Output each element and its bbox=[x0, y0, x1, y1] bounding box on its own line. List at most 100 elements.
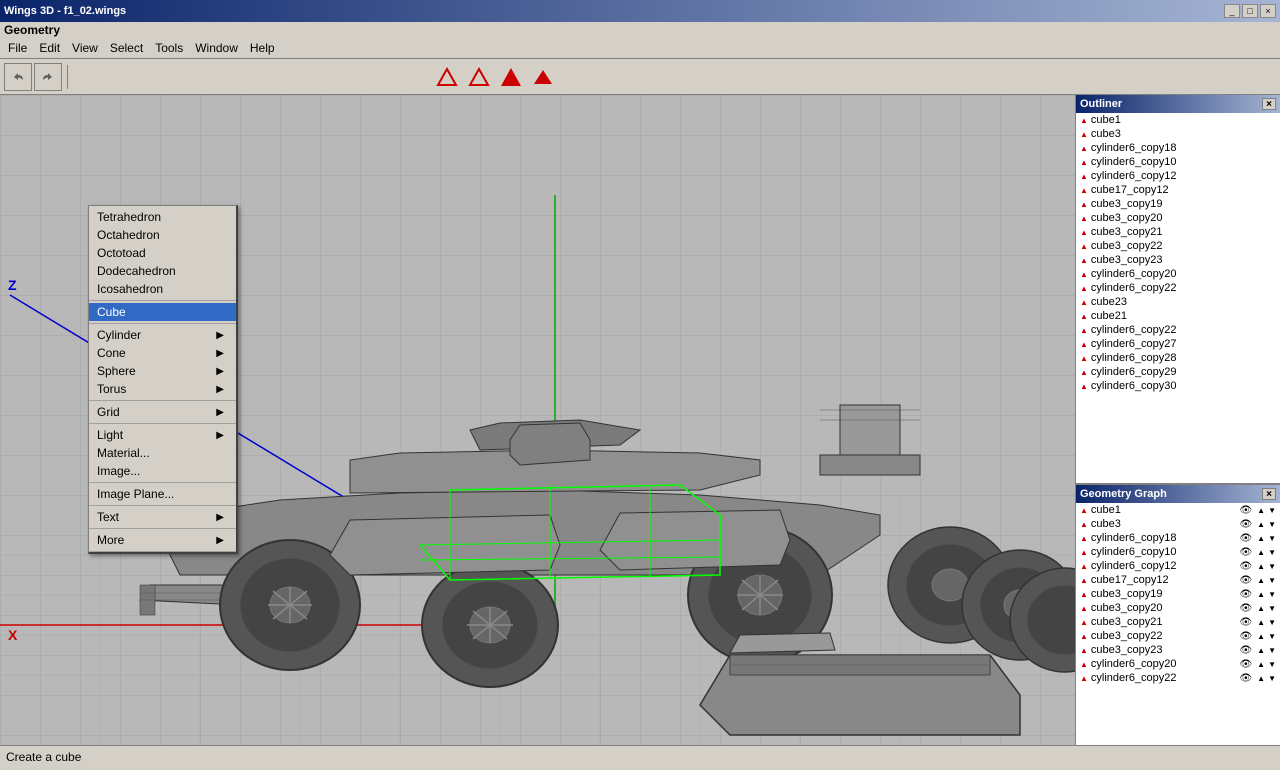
up-arrow-icon[interactable]: ▲ bbox=[1257, 604, 1265, 613]
ctx-light[interactable]: Light▶ bbox=[89, 426, 236, 444]
down-arrow-icon[interactable]: ▼ bbox=[1268, 576, 1276, 585]
eye-icon[interactable]: 👁 bbox=[1239, 519, 1252, 530]
ctx-more[interactable]: More▶ bbox=[89, 531, 236, 549]
down-arrow-icon[interactable]: ▼ bbox=[1268, 506, 1276, 515]
up-arrow-icon[interactable]: ▲ bbox=[1257, 632, 1265, 641]
down-arrow-icon[interactable]: ▼ bbox=[1268, 660, 1276, 669]
geometry-graph-list-item[interactable]: ▲ cylinder6_copy18 👁 ▲ ▼ bbox=[1076, 531, 1280, 545]
ctx-cube[interactable]: Cube bbox=[89, 303, 236, 321]
minimize-button[interactable]: _ bbox=[1224, 4, 1240, 18]
triangle-filled-large[interactable] bbox=[497, 63, 525, 91]
redo-button[interactable] bbox=[34, 63, 62, 91]
eye-icon[interactable]: 👁 bbox=[1239, 673, 1252, 684]
ctx-dodecahedron[interactable]: Dodecahedron bbox=[89, 262, 236, 280]
outliner-list-item[interactable]: ▲ cube1 bbox=[1076, 113, 1280, 127]
outliner-list-item[interactable]: ▲ cylinder6_copy22 bbox=[1076, 281, 1280, 295]
geometry-graph-list-item[interactable]: ▲ cube3_copy19 👁 ▲ ▼ bbox=[1076, 587, 1280, 601]
outliner-list-item[interactable]: ▲ cube21 bbox=[1076, 309, 1280, 323]
outliner-list-item[interactable]: ▲ cube3_copy19 bbox=[1076, 197, 1280, 211]
outliner-list-item[interactable]: ▲ cylinder6_copy10 bbox=[1076, 155, 1280, 169]
eye-icon[interactable]: 👁 bbox=[1239, 631, 1252, 642]
down-arrow-icon[interactable]: ▼ bbox=[1268, 674, 1276, 683]
ctx-grid[interactable]: Grid▶ bbox=[89, 403, 236, 421]
outliner-list-item[interactable]: ▲ cylinder6_copy27 bbox=[1076, 337, 1280, 351]
eye-icon[interactable]: 👁 bbox=[1239, 575, 1252, 586]
up-arrow-icon[interactable]: ▲ bbox=[1257, 618, 1265, 627]
geometry-graph-list-item[interactable]: ▲ cube3_copy22 👁 ▲ ▼ bbox=[1076, 629, 1280, 643]
down-arrow-icon[interactable]: ▼ bbox=[1268, 534, 1276, 543]
menu-help[interactable]: Help bbox=[244, 40, 281, 56]
ctx-cylinder[interactable]: Cylinder▶ bbox=[89, 326, 236, 344]
up-arrow-icon[interactable]: ▲ bbox=[1257, 590, 1265, 599]
eye-icon[interactable]: 👁 bbox=[1239, 533, 1252, 544]
triangle-outline-right[interactable] bbox=[465, 63, 493, 91]
geometry-graph-list-item[interactable]: ▲ cube3_copy20 👁 ▲ ▼ bbox=[1076, 601, 1280, 615]
down-arrow-icon[interactable]: ▼ bbox=[1268, 646, 1276, 655]
geometry-graph-list-item[interactable]: ▲ cube1 👁 ▲ ▼ bbox=[1076, 503, 1280, 517]
outliner-list-item[interactable]: ▲ cube3_copy22 bbox=[1076, 239, 1280, 253]
ctx-tetrahedron[interactable]: Tetrahedron bbox=[89, 208, 236, 226]
down-arrow-icon[interactable]: ▼ bbox=[1268, 548, 1276, 557]
eye-icon[interactable]: 👁 bbox=[1239, 617, 1252, 628]
menu-select[interactable]: Select bbox=[104, 40, 149, 56]
outliner-list-item[interactable]: ▲ cube3_copy21 bbox=[1076, 225, 1280, 239]
geometry-graph-list-item[interactable]: ▲ cylinder6_copy12 👁 ▲ ▼ bbox=[1076, 559, 1280, 573]
triangle-filled-small[interactable] bbox=[529, 63, 557, 91]
geometry-graph-list-item[interactable]: ▲ cylinder6_copy20 👁 ▲ ▼ bbox=[1076, 657, 1280, 671]
outliner-list-item[interactable]: ▲ cylinder6_copy28 bbox=[1076, 351, 1280, 365]
outliner-list-item[interactable]: ▲ cube3_copy20 bbox=[1076, 211, 1280, 225]
ctx-octahedron[interactable]: Octahedron bbox=[89, 226, 236, 244]
geometry-graph-list[interactable]: ▲ cube1 👁 ▲ ▼ ▲ cube3 👁 ▲ ▼ ▲ cylinder6_… bbox=[1076, 503, 1280, 745]
outliner-list-item[interactable]: ▲ cube23 bbox=[1076, 295, 1280, 309]
triangle-outline-left[interactable] bbox=[433, 63, 461, 91]
geometry-graph-list-item[interactable]: ▲ cylinder6_copy10 👁 ▲ ▼ bbox=[1076, 545, 1280, 559]
outliner-list-item[interactable]: ▲ cylinder6_copy30 bbox=[1076, 379, 1280, 393]
maximize-button[interactable]: □ bbox=[1242, 4, 1258, 18]
ctx-image[interactable]: Image... bbox=[89, 462, 236, 480]
menu-window[interactable]: Window bbox=[189, 40, 244, 56]
up-arrow-icon[interactable]: ▲ bbox=[1257, 646, 1265, 655]
close-button[interactable]: × bbox=[1260, 4, 1276, 18]
geometry-graph-list-item[interactable]: ▲ cylinder6_copy22 👁 ▲ ▼ bbox=[1076, 671, 1280, 685]
outliner-list-item[interactable]: ▲ cube3_copy23 bbox=[1076, 253, 1280, 267]
outliner-list-item[interactable]: ▲ cylinder6_copy22 bbox=[1076, 323, 1280, 337]
eye-icon[interactable]: 👁 bbox=[1239, 603, 1252, 614]
down-arrow-icon[interactable]: ▼ bbox=[1268, 590, 1276, 599]
down-arrow-icon[interactable]: ▼ bbox=[1268, 520, 1276, 529]
geometry-graph-list-item[interactable]: ▲ cube3_copy21 👁 ▲ ▼ bbox=[1076, 615, 1280, 629]
ctx-material[interactable]: Material... bbox=[89, 444, 236, 462]
up-arrow-icon[interactable]: ▲ bbox=[1257, 506, 1265, 515]
geometry-graph-list-item[interactable]: ▲ cube3 👁 ▲ ▼ bbox=[1076, 517, 1280, 531]
outliner-list-item[interactable]: ▲ cylinder6_copy18 bbox=[1076, 141, 1280, 155]
outliner-list-item[interactable]: ▲ cube17_copy12 bbox=[1076, 183, 1280, 197]
up-arrow-icon[interactable]: ▲ bbox=[1257, 576, 1265, 585]
menu-tools[interactable]: Tools bbox=[149, 40, 189, 56]
outliner-list-item[interactable]: ▲ cube3 bbox=[1076, 127, 1280, 141]
menu-view[interactable]: View bbox=[66, 40, 104, 56]
ctx-image-plane[interactable]: Image Plane... bbox=[89, 485, 236, 503]
menu-edit[interactable]: Edit bbox=[33, 40, 66, 56]
geometry-graph-list-item[interactable]: ▲ cube17_copy12 👁 ▲ ▼ bbox=[1076, 573, 1280, 587]
geometry-graph-list-item[interactable]: ▲ cube3_copy23 👁 ▲ ▼ bbox=[1076, 643, 1280, 657]
outliner-close-button[interactable]: × bbox=[1262, 98, 1276, 110]
down-arrow-icon[interactable]: ▼ bbox=[1268, 562, 1276, 571]
up-arrow-icon[interactable]: ▲ bbox=[1257, 674, 1265, 683]
geometry-graph-close-button[interactable]: × bbox=[1262, 488, 1276, 500]
undo-button[interactable] bbox=[4, 63, 32, 91]
eye-icon[interactable]: 👁 bbox=[1239, 589, 1252, 600]
down-arrow-icon[interactable]: ▼ bbox=[1268, 618, 1276, 627]
up-arrow-icon[interactable]: ▲ bbox=[1257, 520, 1265, 529]
window-controls[interactable]: _ □ × bbox=[1224, 4, 1276, 18]
ctx-torus[interactable]: Torus▶ bbox=[89, 380, 236, 398]
outliner-list-item[interactable]: ▲ cylinder6_copy20 bbox=[1076, 267, 1280, 281]
ctx-sphere[interactable]: Sphere▶ bbox=[89, 362, 236, 380]
eye-icon[interactable]: 👁 bbox=[1239, 659, 1252, 670]
eye-icon[interactable]: 👁 bbox=[1239, 505, 1252, 516]
up-arrow-icon[interactable]: ▲ bbox=[1257, 562, 1265, 571]
up-arrow-icon[interactable]: ▲ bbox=[1257, 534, 1265, 543]
ctx-icosahedron[interactable]: Icosahedron bbox=[89, 280, 236, 298]
viewport[interactable]: Z X bbox=[0, 95, 1075, 745]
menu-file[interactable]: File bbox=[2, 40, 33, 56]
down-arrow-icon[interactable]: ▼ bbox=[1268, 604, 1276, 613]
ctx-text[interactable]: Text▶ bbox=[89, 508, 236, 526]
